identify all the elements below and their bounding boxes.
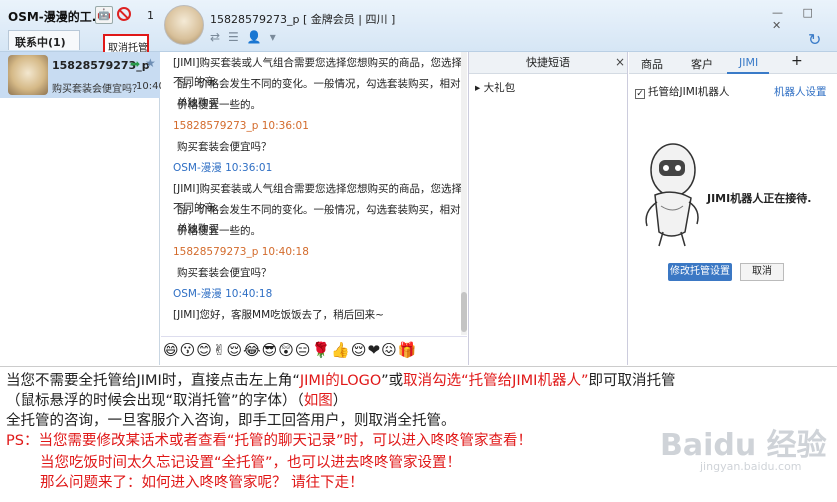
chat-history: [JIMI]购买套装或人气组合需要您选择您想购买的商品，您选择不同的商 品，价格会… <box>161 52 467 335</box>
contact-last-message: 购买套装会便宜吗？ <box>52 84 142 95</box>
tab-contacts[interactable]: 联系中(1) ▾ <box>8 30 80 63</box>
instruction-line-2: （鼠标悬浮的时候会出现“取消托管”的字体）（如图） <box>6 391 347 411</box>
transfer-icon[interactable]: ➡ <box>130 57 140 71</box>
baidu-watermark-url: jingyan.baidu.com <box>700 460 802 473</box>
chat-message-meta: OSM-漫漫 10:40:18 <box>173 288 273 300</box>
customer-title: 15828579273_p [ 金牌会员 | 四川 ] <box>210 13 396 26</box>
contact-item[interactable]: 15828579273_p ➡ ★ 购买套装会便宜吗？ 10:40 <box>0 52 165 98</box>
chat-message-text: 价格便宜一些的。 <box>177 99 261 111</box>
right-tabs: 商品 客户 JIMI + <box>629 52 837 74</box>
refresh-icon[interactable]: ↻ <box>808 30 821 49</box>
add-tab-button[interactable]: + <box>791 53 803 69</box>
tab-jimi[interactable]: JIMI <box>739 56 758 69</box>
jimi-robot-illustration <box>645 143 699 247</box>
baidu-watermark: Baidu 经验 <box>660 428 827 463</box>
right-panel: 商品 客户 JIMI + ✓ 托管给JIMI机器人 机器人设置 JIMI机器人正在… <box>629 52 837 365</box>
emoji-bar[interactable]: 😄😗😊✌😌😂😎😲😑🌹👍😌❤😖🎁 <box>161 336 467 365</box>
chat-message-meta: OSM-漫漫 10:36:01 <box>173 162 273 174</box>
instruction-line-1: 当您不需要全托管给JIMI时，直接点击左上角“JIMI的LOGO”或取消勾选“托… <box>6 371 675 391</box>
instruction-line-3: 全托管的咨询，一旦客服介入咨询，即手工回答用户，则取消全托管。 <box>6 413 456 429</box>
chat-message-meta: 15828579273_p 10:40:18 <box>173 246 309 258</box>
jimi-logo-button[interactable]: 🤖 <box>95 6 113 24</box>
chat-message-meta: 15828579273_p 10:36:01 <box>173 120 309 132</box>
cancel-button[interactable]: 取消 <box>740 263 784 281</box>
instruction-line-4: PS：当您需要修改某话术或者查看“托管的聊天记录”时，可以进入咚咚管家查看！ <box>6 433 532 449</box>
hosting-checkbox-row[interactable]: ✓ 托管给JIMI机器人 <box>635 84 729 99</box>
tab-customer[interactable]: 客户 <box>691 56 713 72</box>
instruction-1e: 即可取消托管 <box>588 373 676 389</box>
modify-hosting-button[interactable]: 修改托管设置 <box>668 263 732 281</box>
hosting-checkbox-label: 托管给JIMI机器人 <box>648 86 730 98</box>
hosting-checkbox[interactable]: ✓ <box>635 89 645 99</box>
chat-scrollbar-thumb[interactable] <box>461 292 467 332</box>
active-tab-indicator <box>727 72 769 74</box>
chat-message-text: 价格便宜一些的。 <box>177 225 261 237</box>
instruction-line-6: 那么问题来了：如何进入咚咚管家呢？ 请往下走！ <box>40 475 364 491</box>
chat-message-text: [JIMI]您好，客服MM吃饭饭去了，稍后回来~ <box>173 309 384 321</box>
robot-settings-link[interactable]: 机器人设置 <box>774 84 827 99</box>
instruction-1d: 取消勾选“托管给JIMI机器人” <box>403 373 589 389</box>
quick-phrase-item[interactable]: ▸ 大礼包 <box>475 80 515 95</box>
instruction-2b: 如图 <box>303 393 333 409</box>
customer-tools-icons[interactable]: ⇄☰👤▾ <box>210 30 284 44</box>
quick-phrases-panel: 快捷短语 × ▸ 大礼包 <box>468 52 628 365</box>
instruction-line-5: 当您吃饭时间太久忘记设置“全托管”，也可以进去咚咚管家设置！ <box>40 455 462 471</box>
customer-avatar <box>164 5 204 45</box>
window-controls[interactable]: — □ ✕ <box>772 6 837 32</box>
unread-count: 1 <box>147 9 154 22</box>
quick-phrases-title: 快捷短语 <box>469 52 627 74</box>
instruction-1b: JIMI的LOGO <box>299 373 382 389</box>
chat-message-text: 购买套装会便宜吗？ <box>177 267 272 279</box>
instruction-1a: 当您不需要全托管给JIMI时，直接点击左上角“ <box>6 373 300 389</box>
tab-products[interactable]: 商品 <box>641 56 663 72</box>
instruction-1c: ”或 <box>381 373 404 389</box>
close-icon[interactable]: × <box>615 55 625 69</box>
block-icon[interactable] <box>117 7 131 21</box>
contact-list: 15828579273_p ➡ ★ 购买套装会便宜吗？ 10:40 <box>0 52 165 365</box>
robot-status-text: JIMI机器人正在接待. <box>707 192 812 205</box>
star-icon[interactable]: ★ <box>145 56 156 70</box>
avatar <box>8 55 48 95</box>
shop-title: OSM-漫漫的工... <box>8 10 106 24</box>
chat-message-text: 购买套装会便宜吗？ <box>177 141 272 153</box>
tab-contacts-label: 联系中(1) <box>15 36 66 49</box>
instruction-2c: ） <box>332 393 348 409</box>
instruction-2a: （鼠标悬浮的时候会出现“取消托管”的字体）（ <box>6 393 304 409</box>
